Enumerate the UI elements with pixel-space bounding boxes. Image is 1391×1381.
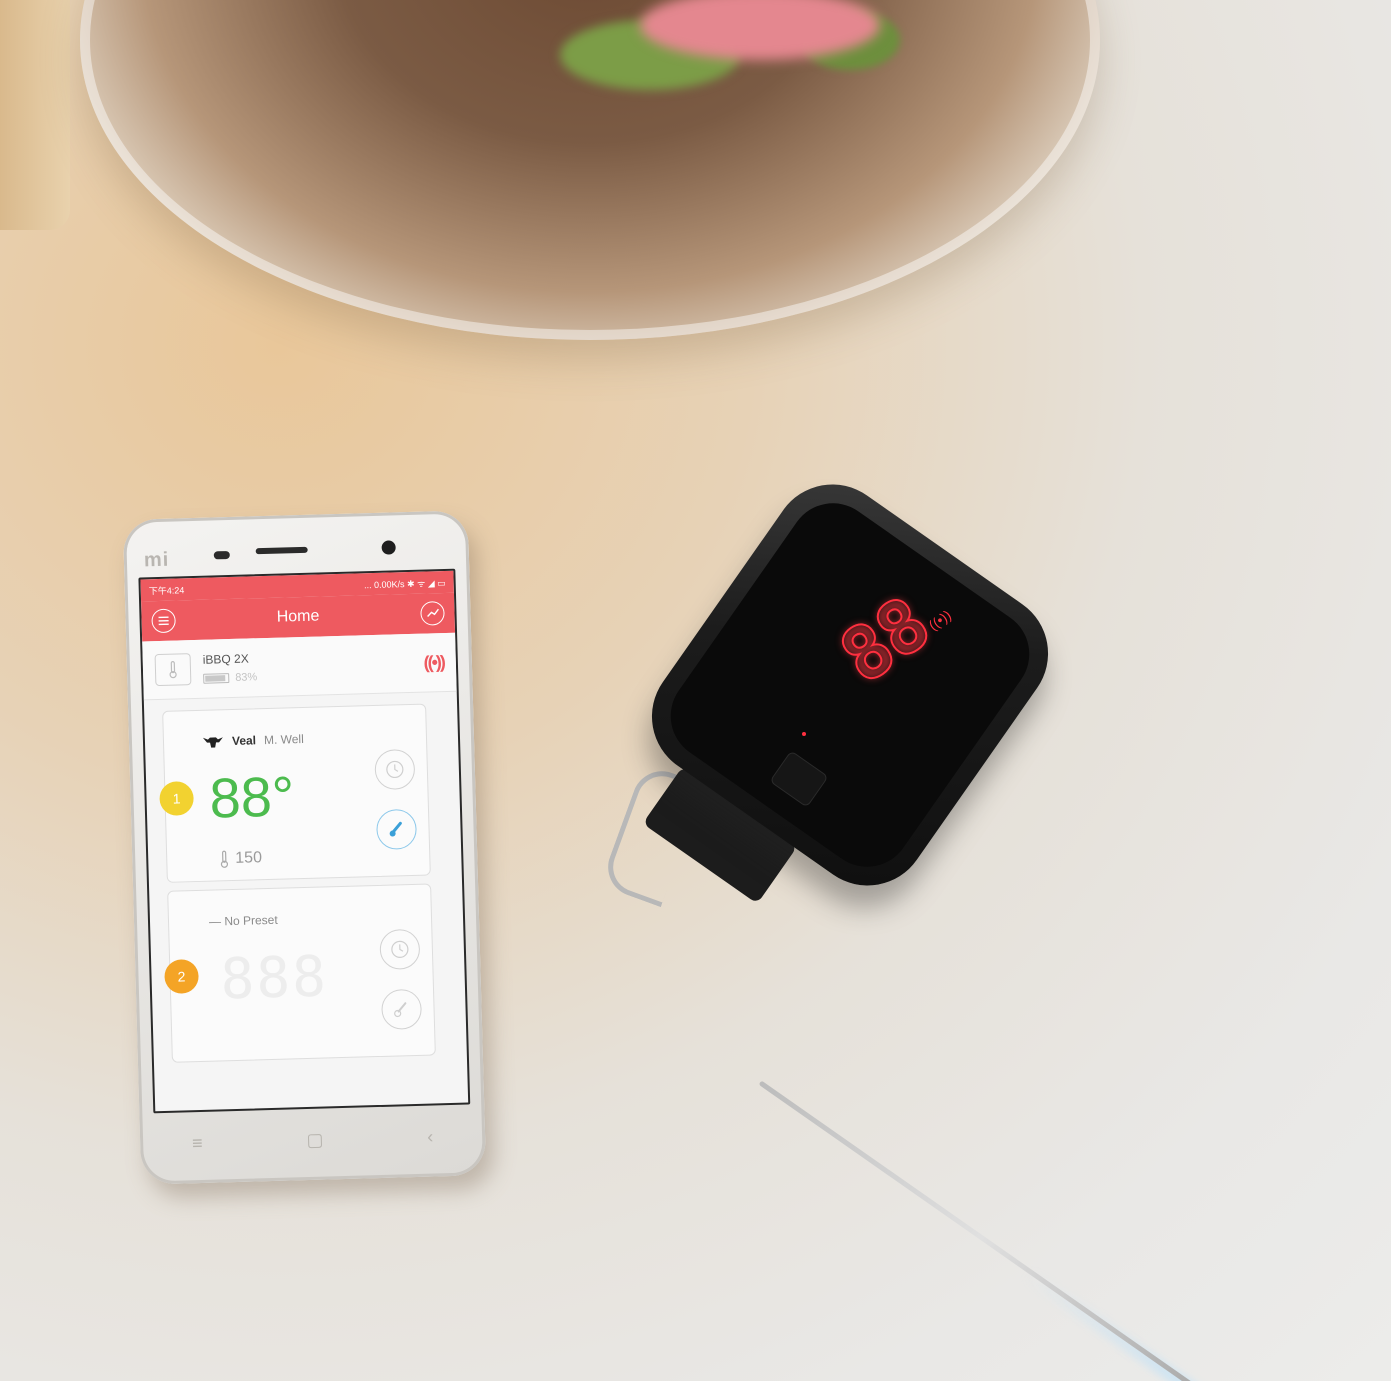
clock-icon — [391, 940, 409, 958]
probe-number-badge: 2 — [164, 959, 200, 994]
battery-fill — [205, 675, 226, 682]
phone-nav-bar: ≡ ▢ ‹ — [140, 1115, 486, 1165]
thermometer-alarm-icon — [389, 821, 402, 837]
smartphone: mi 下午4:24 ... 0.00K/s ✱ ᯤ ◢ ▭ Home iBBQ … — [122, 510, 487, 1185]
meat-doneness: M. Well — [263, 731, 304, 748]
temperature-alarm-button[interactable] — [375, 808, 418, 850]
photo-scene: 88 ((•)) mi 下午4:24 ... 0.00K/s ✱ ᯤ ◢ ▭ H… — [0, 0, 1391, 1381]
phone-speaker — [255, 546, 308, 555]
probe-number-badge: 1 — [159, 781, 195, 817]
menu-key[interactable]: ≡ — [192, 1132, 203, 1153]
background-object — [0, 0, 70, 230]
temperature-alarm-button[interactable] — [381, 988, 423, 1030]
front-camera — [381, 540, 396, 555]
phone-brand-logo: mi — [143, 548, 170, 572]
menu-button[interactable] — [151, 608, 176, 634]
timer-button[interactable] — [379, 928, 421, 970]
battery-status: 83% — [203, 667, 412, 685]
phone-sensor — [213, 550, 230, 560]
status-time: 下午4:24 — [148, 584, 185, 596]
battery-icon — [203, 673, 230, 684]
meat-name: Veal — [231, 733, 257, 748]
timer-button[interactable] — [374, 748, 416, 790]
device-led — [802, 732, 806, 736]
signal-icon: ((•)) — [423, 651, 445, 673]
home-key[interactable]: ▢ — [306, 1129, 324, 1150]
inactive-temperature: 888 — [219, 944, 329, 1013]
device-info: iBBQ 2X 83% — [203, 647, 413, 685]
probe-wire — [758, 1080, 1204, 1381]
device-row[interactable]: iBBQ 2X 83% ((•)) — [142, 632, 457, 701]
battery-percent: 83% — [235, 671, 258, 684]
phone-screen: 下午4:24 ... 0.00K/s ✱ ᯤ ◢ ▭ Home iBBQ 2X … — [138, 568, 471, 1114]
meat-preset: Veal M. Well — [202, 732, 304, 749]
thermometer-icon — [220, 850, 229, 868]
cow-icon — [202, 737, 223, 748]
preset-label: — No Preset — [208, 912, 278, 929]
probe-card-1[interactable]: 1 Veal M. Well 88° 150 — [159, 703, 431, 883]
menu-icon — [158, 616, 169, 626]
thermometer-icon — [154, 653, 192, 687]
back-key[interactable]: ‹ — [427, 1126, 434, 1147]
chart-button[interactable] — [420, 601, 445, 626]
thermometer-alarm-icon — [394, 1002, 407, 1018]
status-indicators: ... 0.00K/s ✱ ᯤ ◢ ▭ — [363, 577, 446, 590]
chart-icon — [426, 608, 439, 617]
target-temperature: 150 — [219, 849, 262, 868]
current-temperature: 88° — [208, 764, 296, 830]
target-value: 150 — [235, 849, 263, 867]
page-title: Home — [276, 607, 320, 626]
probe-card-2[interactable]: 2 — No Preset 888 — [164, 883, 436, 1063]
device-name: iBBQ 2X — [202, 651, 249, 667]
clock-icon — [386, 760, 404, 779]
